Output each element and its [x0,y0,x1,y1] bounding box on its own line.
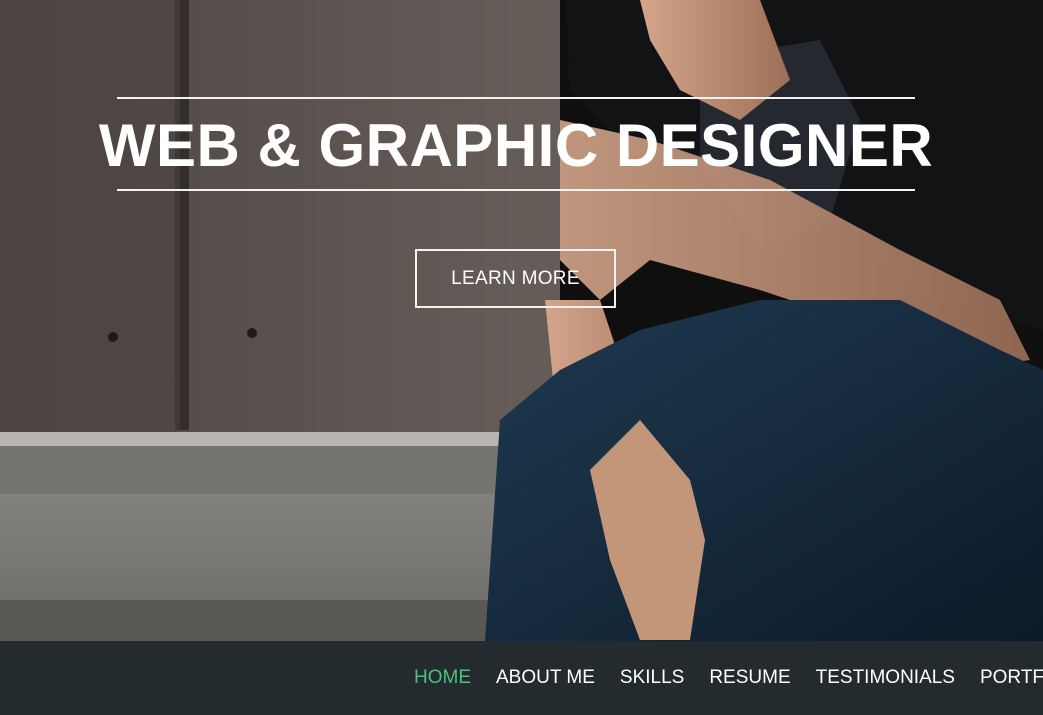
nav-menu: HOME ABOUT ME SKILLS RESUME TESTIMONIALS… [414,641,1043,715]
hero-headline: WEB & GRAPHIC DESIGNER [98,112,934,179]
nav-item-about-me[interactable]: ABOUT ME [496,667,595,689]
main-navigation-bar: HOME ABOUT ME SKILLS RESUME TESTIMONIALS… [0,641,1043,715]
nav-item-testimonials[interactable]: TESTIMONIALS [816,667,955,689]
headline-frame: WEB & GRAPHIC DESIGNER [99,97,933,191]
nav-item-portfolio[interactable]: PORTFOLIO [980,667,1043,689]
nav-item-skills[interactable]: SKILLS [620,667,684,689]
nav-item-home[interactable]: HOME [414,667,471,689]
hero-section: WEB & GRAPHIC DESIGNER LEARN MORE [0,0,1043,641]
learn-more-button[interactable]: LEARN MORE [415,249,616,308]
nav-item-resume[interactable]: RESUME [709,667,790,689]
